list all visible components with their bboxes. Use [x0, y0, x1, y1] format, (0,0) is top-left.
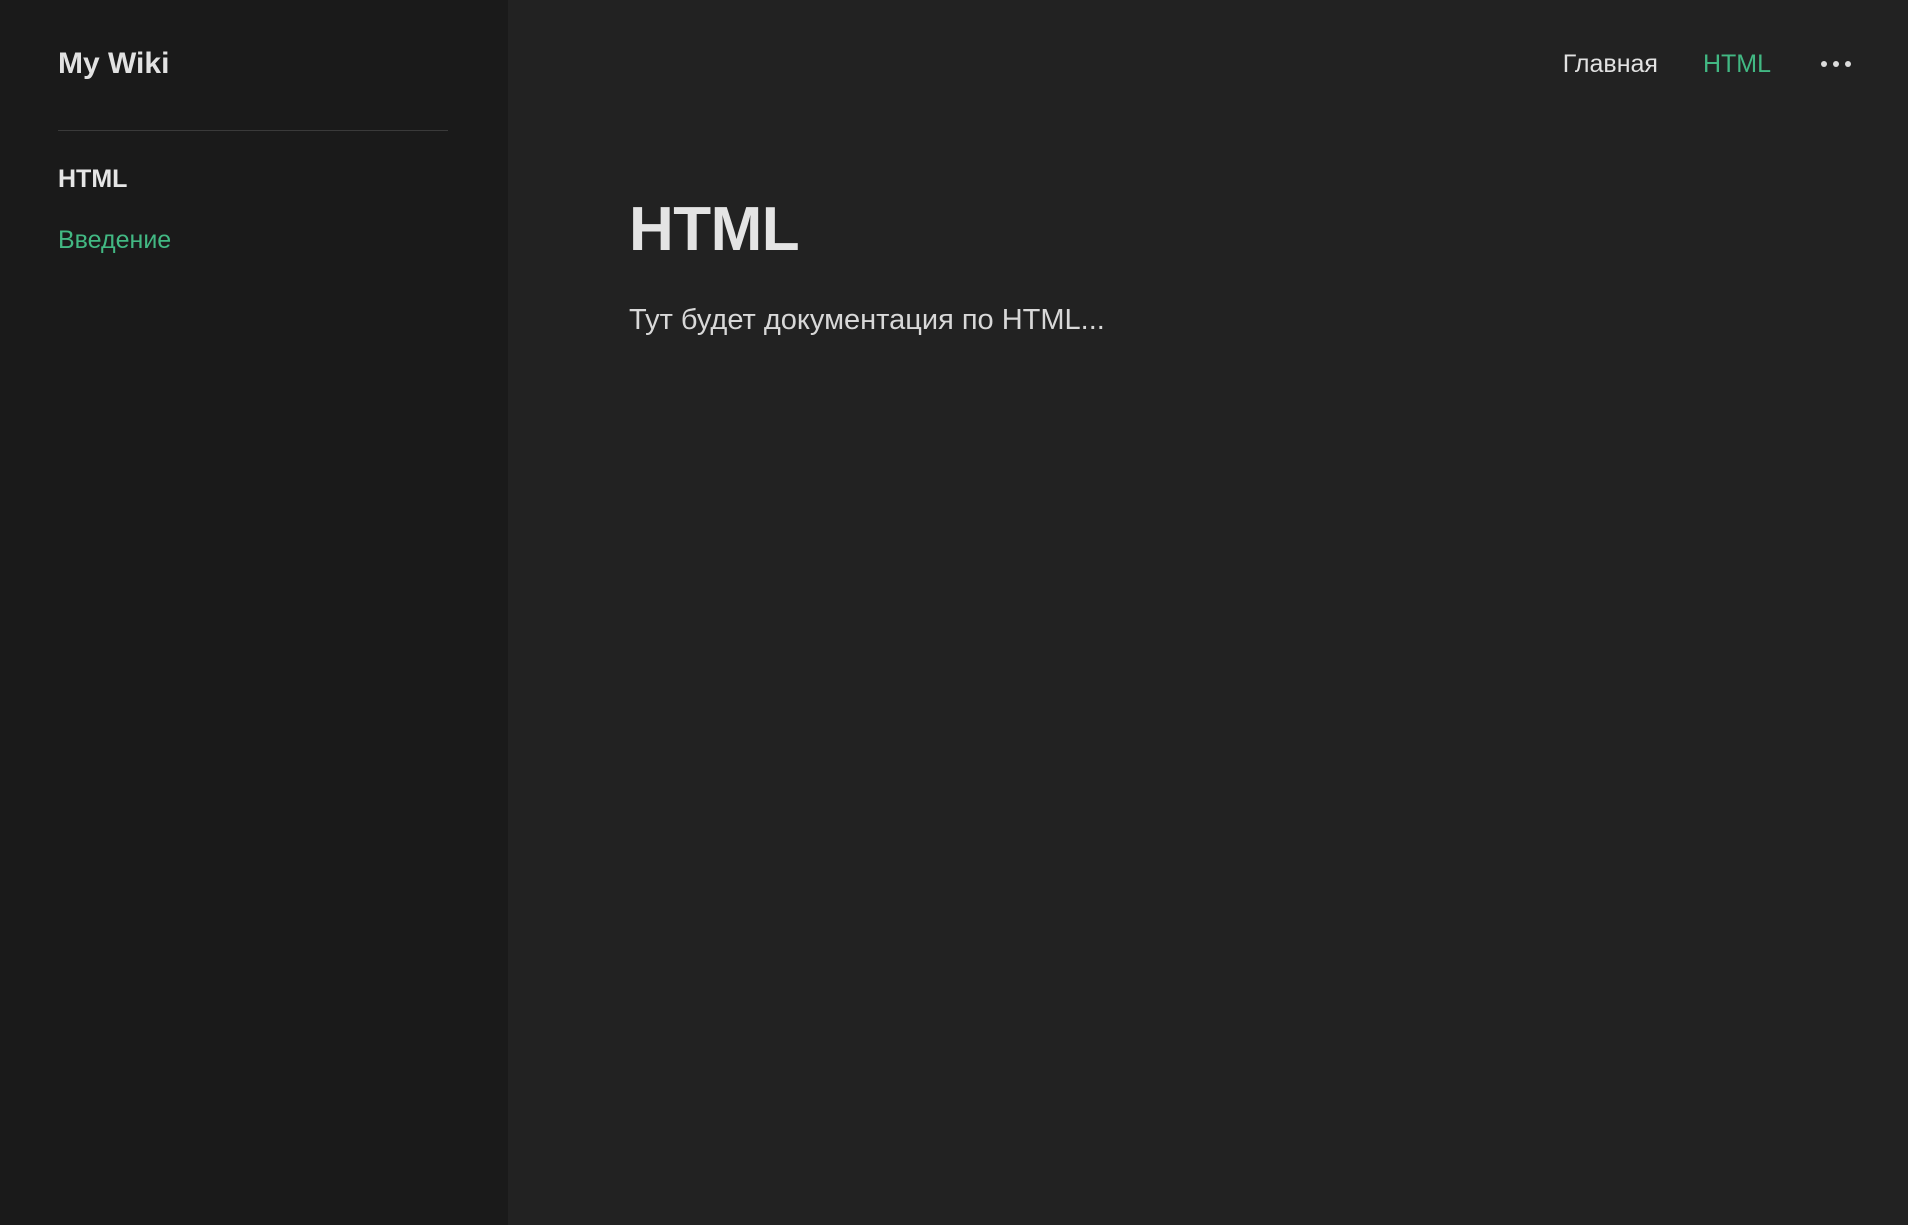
page-text: Тут будет документация по HTML... — [629, 304, 1105, 336]
sidebar: My Wiki HTML Введение — [0, 0, 508, 1225]
nav-link-home[interactable]: Главная — [1563, 46, 1658, 82]
sidebar-group-title: HTML — [58, 165, 128, 193]
site-title-link[interactable]: My Wiki — [58, 44, 448, 84]
article: HTML Тут будет документация по HTML... — [629, 196, 1729, 340]
nav-link-html[interactable]: HTML — [1703, 46, 1771, 82]
sidebar-divider — [58, 130, 448, 131]
page-title: HTML — [629, 195, 800, 264]
top-navigation: Главная HTML — [1563, 46, 1851, 82]
more-horizontal-icon — [1821, 61, 1827, 67]
sidebar-item-introduction[interactable]: Введение — [58, 222, 448, 258]
more-menu-button[interactable] — [1821, 46, 1851, 82]
main-content: Главная HTML HTML Тут будет документация… — [508, 0, 1908, 1225]
more-horizontal-icon-dot — [1845, 61, 1851, 67]
more-horizontal-icon-dot — [1833, 61, 1839, 67]
app-window: My Wiki HTML Введение Главная HTML HTML … — [0, 0, 1908, 1225]
